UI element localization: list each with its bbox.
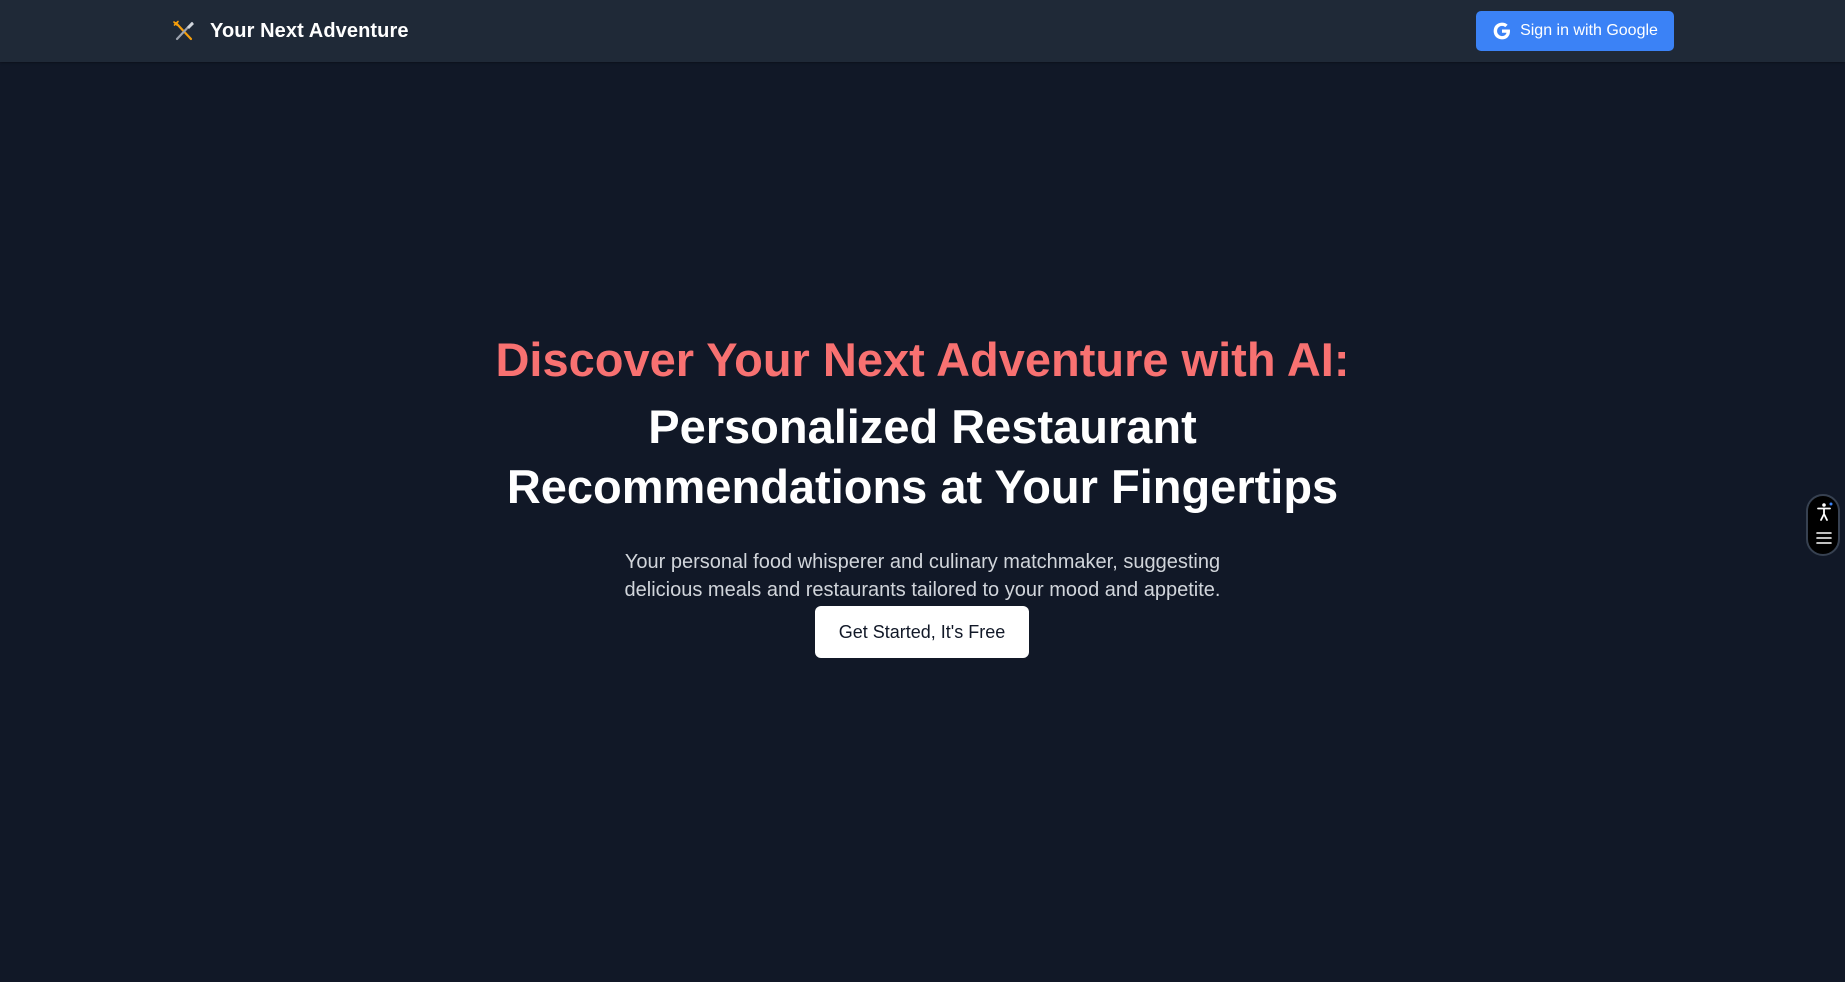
hero-headline-main: Personalized Restaurant Recommendations … — [0, 397, 1845, 517]
hero-subtitle-line-2: delicious meals and restaurants tailored… — [624, 579, 1221, 601]
hero-subtitle-line-1: Your personal food whisperer and culinar… — [624, 551, 1221, 573]
hero-headline-accent: Discover Your Next Adventure with AI: — [495, 333, 1350, 386]
hamburger-menu-icon[interactable] — [1815, 530, 1833, 546]
sign-in-with-google-button[interactable]: Sign in with Google — [1476, 11, 1674, 51]
hero-headline-line-2: Recommendations at Your Fingertips — [506, 460, 1339, 513]
brand-link[interactable]: Your Next Adventure — [172, 0, 409, 62]
accessibility-widget[interactable] — [1806, 494, 1840, 556]
sign-in-label: Sign in with Google — [1520, 22, 1658, 39]
brand-title: Your Next Adventure — [210, 19, 409, 42]
google-g-icon — [1493, 22, 1511, 40]
get-started-button[interactable]: Get Started, It's Free — [815, 606, 1029, 658]
hero-subtitle: Your personal food whisperer and culinar… — [0, 548, 1845, 604]
fork-knife-icon — [173, 20, 194, 41]
top-navbar: Your Next Adventure Sign in with Google — [0, 0, 1845, 62]
hero-section — [0, 62, 1845, 982]
accessibility-person-icon[interactable] — [1815, 502, 1833, 522]
hero-headline-line-1: Personalized Restaurant — [648, 400, 1197, 453]
